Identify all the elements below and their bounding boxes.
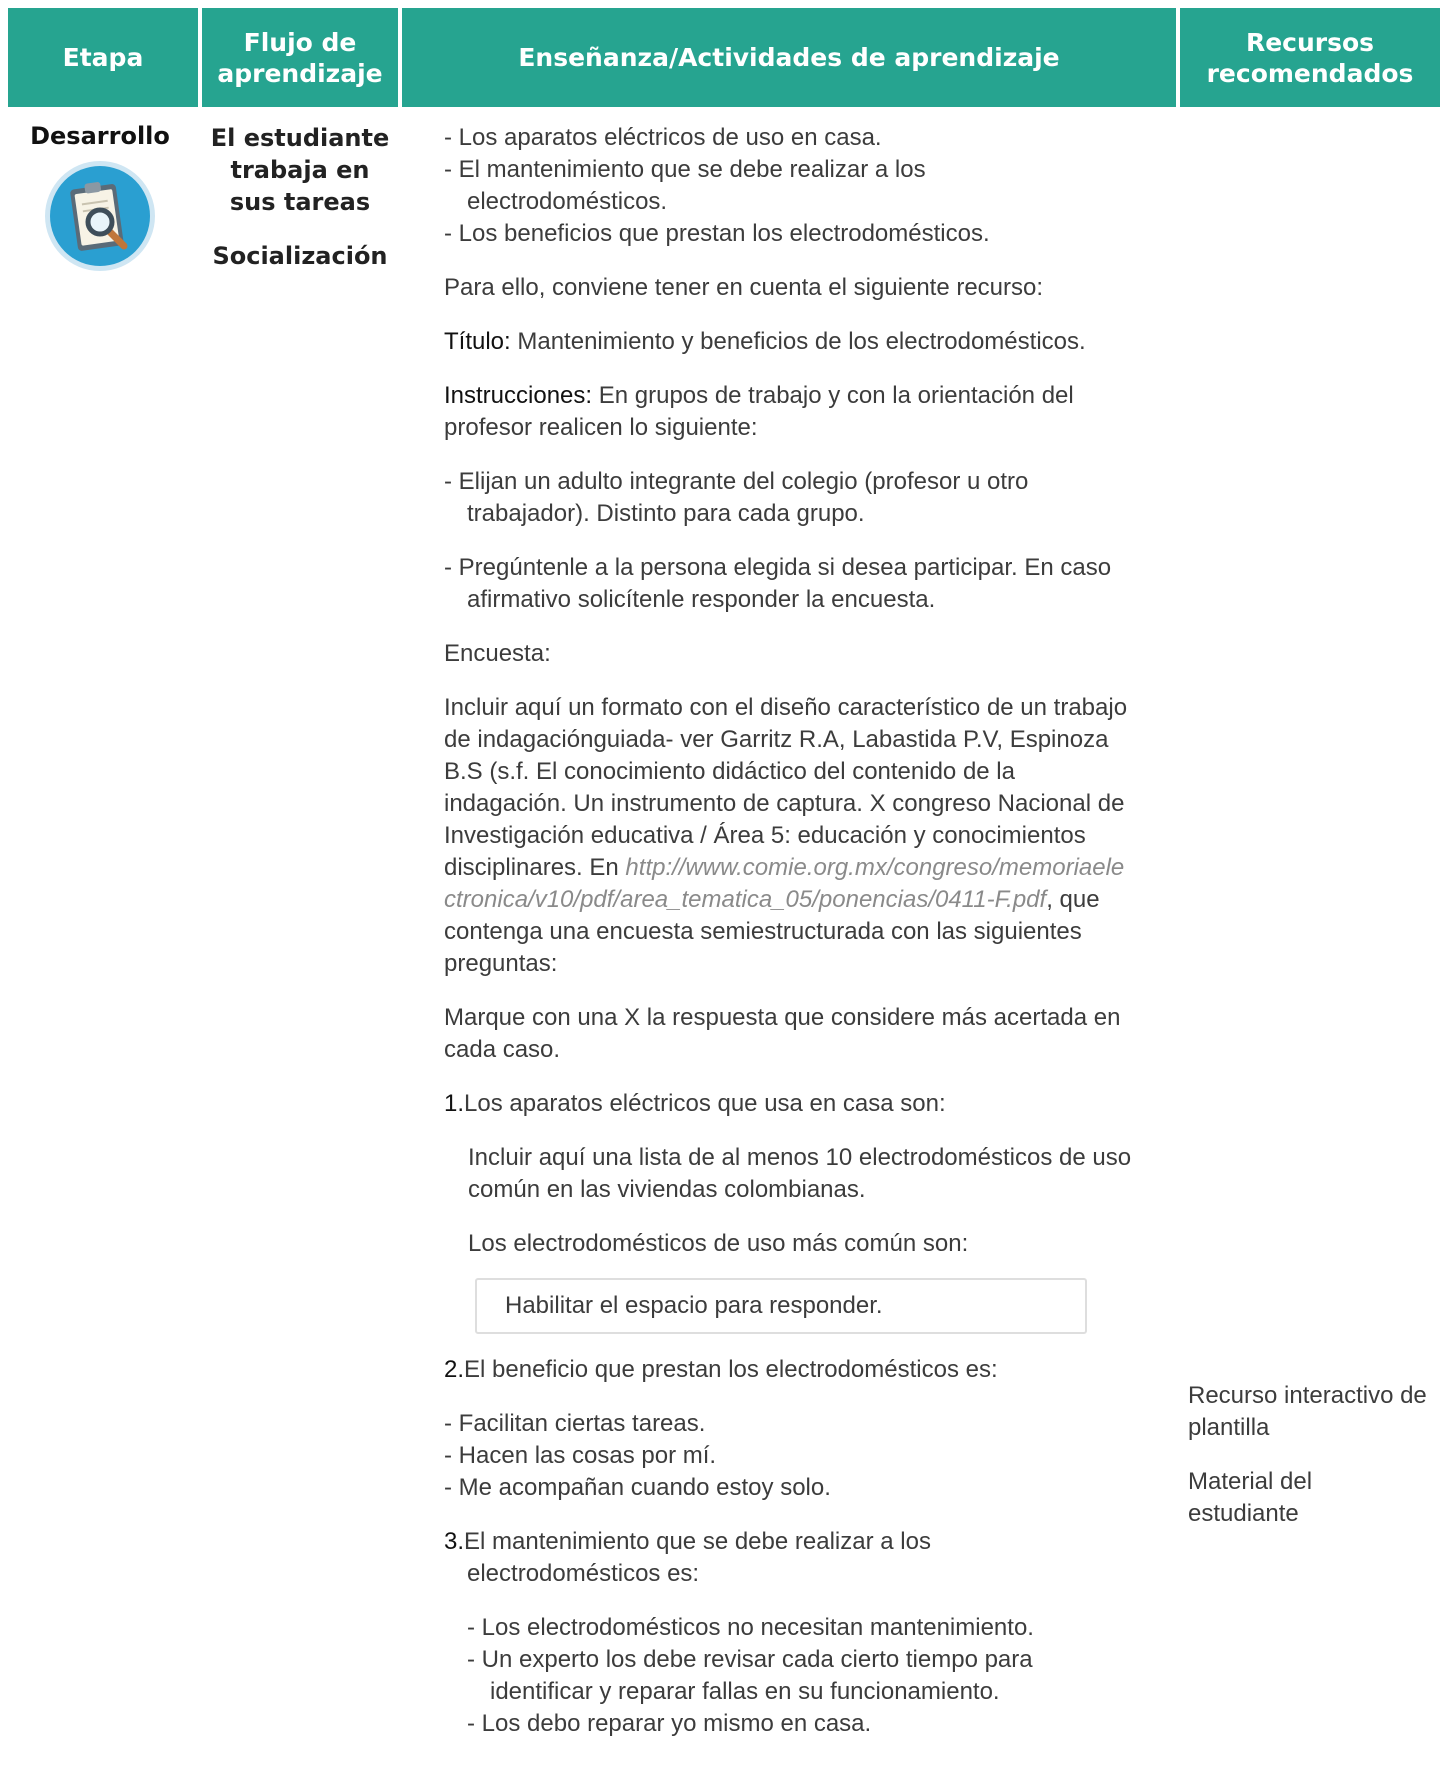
encuesta-label: Encuesta:: [444, 640, 551, 667]
question-2-option: - Hacen las cosas por mí.: [444, 1442, 717, 1469]
question-3: 3.El mantenimiento que se debe realizar …: [444, 1526, 1164, 1590]
answer-input-box[interactable]: Habilitar el espacio para responder.: [475, 1278, 1087, 1334]
etapa-column: Desarrollo: [0, 122, 200, 272]
titulo-label: Título:: [444, 328, 511, 355]
marque-text: Marque con una X la respuesta que consid…: [444, 1004, 1121, 1063]
instrucciones-label: Instrucciones:: [444, 382, 593, 409]
activities-column: - Los aparatos eléctricos de uso en casa…: [444, 122, 1164, 1740]
question-3-option: - Un experto los debe revisar cada ciert…: [467, 1646, 1033, 1705]
question-2-option: - Me acompañan cuando estoy solo.: [444, 1474, 831, 1501]
question-2-option: - Facilitan ciertas tareas.: [444, 1410, 706, 1437]
header-recursos-line2: recomendados: [1206, 58, 1414, 88]
question-3-number: 3.: [444, 1528, 465, 1555]
header-ensenanza: Enseñanza/Actividades de aprendizaje: [402, 8, 1176, 107]
header-flujo-line1: Flujo de: [243, 27, 357, 57]
answer-placeholder: Habilitar el espacio para responder.: [505, 1292, 883, 1319]
header-flujo-line2: aprendizaje: [217, 58, 383, 88]
question-1: 1.Los aparatos eléctricos que usa en cas…: [444, 1088, 1164, 1120]
etapa-label: Desarrollo: [30, 122, 170, 150]
flujo-socializacion: Socialización: [212, 242, 388, 270]
question-3-text: El mantenimiento que se debe realizar a …: [464, 1528, 931, 1587]
question-1-incluir: Incluir aquí una lista de al menos 10 el…: [468, 1144, 1132, 1203]
recurso-item-material: Material del estudiante: [1188, 1468, 1313, 1527]
incluir-text-a: Incluir aquí un formato con el diseño ca…: [444, 694, 1128, 881]
recursos-column: Recurso interactivo de plantilla Materia…: [1188, 1380, 1428, 1530]
question-2-text: El beneficio que prestan los electrodomé…: [464, 1356, 998, 1383]
header-recursos: Recursos recomendados: [1180, 8, 1440, 107]
intro-item: - Los aparatos eléctricos de uso en casa…: [444, 124, 882, 151]
question-1-number: 1.: [444, 1090, 465, 1117]
question-1-text: Los aparatos eléctricos que usa en casa …: [464, 1090, 946, 1117]
incluir-paragraph: Incluir aquí un formato con el diseño ca…: [444, 692, 1164, 980]
question-2-number: 2.: [444, 1356, 465, 1383]
header-flujo: Flujo de aprendizaje: [202, 8, 398, 107]
para-ello-text: Para ello, conviene tener en cuenta el s…: [444, 274, 1044, 301]
titulo-line: Título: Mantenimiento y beneficios de lo…: [444, 326, 1164, 358]
header-etapa-label: Etapa: [62, 43, 144, 72]
header-recursos-line1: Recursos: [1245, 27, 1375, 57]
intro-item: - El mantenimiento que se debe realizar …: [444, 156, 926, 215]
flujo-line2: trabaja en: [230, 156, 370, 184]
clipboard-magnifier-icon: [45, 161, 155, 271]
step-item: - Pregúntenle a la persona elegida si de…: [444, 554, 1112, 613]
titulo-text: Mantenimiento y beneficios de los electr…: [510, 328, 1086, 355]
table-header: Etapa Flujo de aprendizaje Enseñanza/Act…: [8, 8, 1440, 107]
question-3-option: - Los debo reparar yo mismo en casa.: [467, 1710, 872, 1737]
header-etapa: Etapa: [8, 8, 198, 107]
question-2: 2.El beneficio que prestan los electrodo…: [444, 1354, 1164, 1386]
question-3-option: - Los electrodomésticos no necesitan man…: [467, 1614, 1034, 1641]
question-1-comun: Los electrodomésticos de uso más común s…: [468, 1230, 969, 1257]
instrucciones-line: Instrucciones: En grupos de trabajo y co…: [444, 380, 1164, 444]
flujo-line3: sus tareas: [229, 188, 371, 216]
flujo-line1: El estudiante: [210, 124, 390, 152]
header-ensenanza-label: Enseñanza/Actividades de aprendizaje: [518, 43, 1060, 72]
step-item: - Elijan un adulto integrante del colegi…: [444, 468, 1029, 527]
flujo-column: El estudiante trabaja en sus tareas Soci…: [200, 122, 400, 272]
intro-item: - Los beneficios que prestan los electro…: [444, 220, 990, 247]
recurso-item-interactivo: Recurso interactivo de plantilla: [1188, 1382, 1427, 1441]
